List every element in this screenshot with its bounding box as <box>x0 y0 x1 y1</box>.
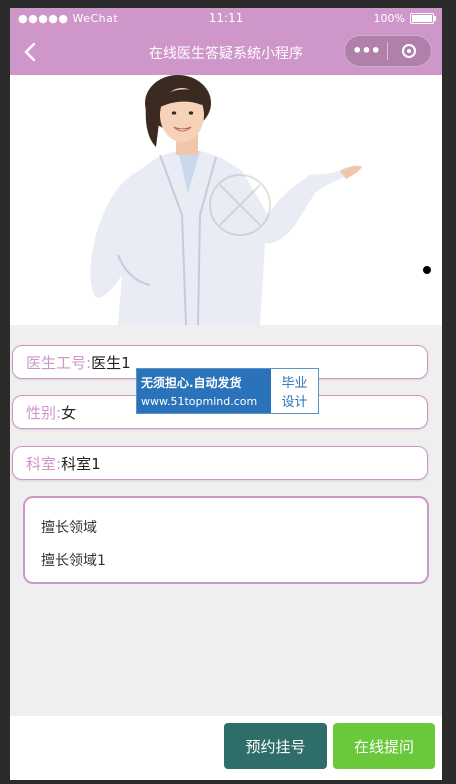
department-row: 科室: 科室1 <box>12 446 428 480</box>
gender-value: 女 <box>61 403 77 422</box>
department-value: 科室1 <box>61 454 101 473</box>
bottom-action-bar: 预约挂号 在线提问 <box>10 716 442 780</box>
specialty-label: 擅长领域 <box>41 520 97 536</box>
status-bar: ●●●●● WeChat 11:11 100% <box>10 8 442 30</box>
doctor-banner-carousel[interactable] <box>10 75 442 325</box>
book-appointment-button[interactable]: 预约挂号 <box>224 723 327 769</box>
capsule-menu: ••• <box>344 35 432 67</box>
watermark-left: 无须担心.自动发货 www.51topmind.com <box>137 369 271 413</box>
watermark-line1: 无须担心.自动发货 <box>141 376 242 390</box>
doctor-photo <box>10 75 442 325</box>
department-label: 科室: <box>26 454 62 473</box>
ask-online-button[interactable]: 在线提问 <box>333 723 435 769</box>
watermark-right: 毕业 设计 <box>271 369 318 413</box>
target-icon <box>402 44 416 58</box>
close-program-button[interactable] <box>388 44 430 58</box>
doctor-id-value: 医生1 <box>91 353 131 372</box>
more-menu-button[interactable]: ••• <box>345 36 387 66</box>
doctor-id-label: 医生工号: <box>26 353 92 372</box>
watermark-stamp: 无须担心.自动发货 www.51topmind.com 毕业 设计 <box>136 368 319 414</box>
watermark-right1: 毕业 <box>281 376 308 391</box>
watermark-line2: www.51topmind.com <box>141 395 258 408</box>
battery-percent: 100% <box>373 12 405 25</box>
watermark-right2: 设计 <box>281 395 308 410</box>
carousel-indicator-dot[interactable] <box>423 266 431 274</box>
battery-icon <box>410 13 436 24</box>
battery-status: 100% <box>373 12 436 25</box>
nav-bar: 在线医生答疑系统小程序 ••• <box>10 30 442 75</box>
specialty-card: 擅长领域 擅长领域1 <box>23 496 429 584</box>
specialty-value: 擅长领域1 <box>41 553 106 569</box>
gender-label: 性别: <box>26 403 62 422</box>
